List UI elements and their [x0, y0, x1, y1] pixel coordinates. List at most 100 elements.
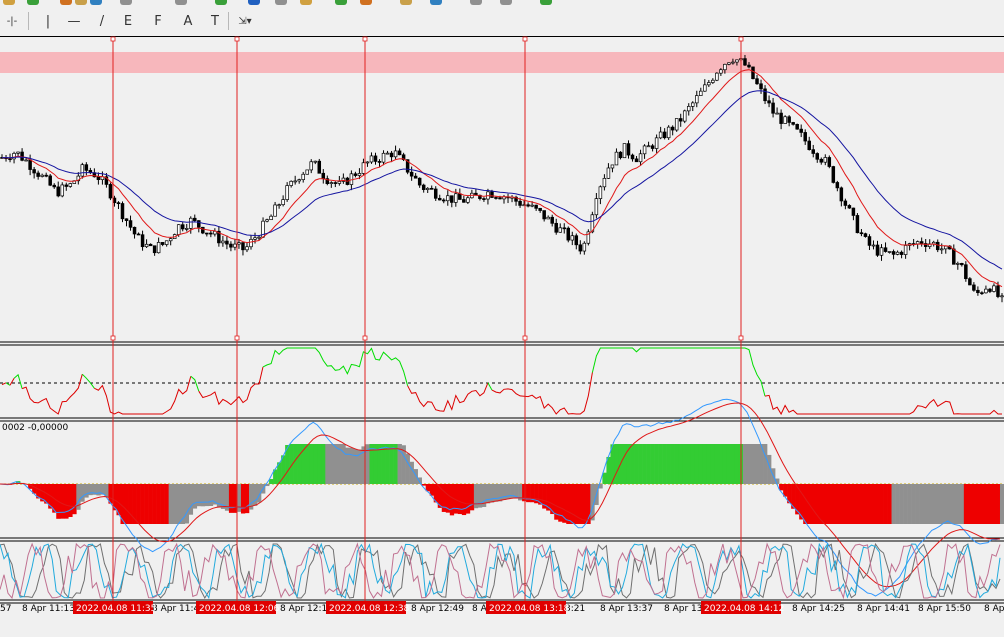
candle-body — [269, 215, 273, 221]
candle-body — [775, 112, 779, 115]
macd-histogram-bar — [228, 484, 234, 513]
resistance-zone — [0, 52, 1004, 73]
candle-body — [249, 239, 253, 248]
time-highlight-label: 2022.04.08 14:12 — [704, 604, 784, 614]
candle-body — [313, 160, 318, 163]
crosshair-tool-button[interactable]: -|- — [2, 10, 22, 32]
top-toolbar-icon[interactable] — [215, 0, 227, 5]
candle-body — [791, 122, 795, 125]
fibonacci-tool-button[interactable]: F — [148, 10, 168, 32]
macd-histogram-bar — [309, 444, 314, 484]
macd-histogram-bar — [321, 444, 326, 484]
candle-body — [293, 180, 297, 183]
candle-body — [273, 204, 277, 217]
macd-histogram-bar — [172, 484, 178, 524]
chart-window: 0002 -0,00000 57 8 Apr 11:13 8 Apr 11:4 8 A… — [0, 36, 1004, 614]
candle-body — [241, 242, 245, 251]
candle-body — [686, 106, 691, 112]
macd-histogram-bar — [678, 444, 684, 484]
label-tool-button[interactable]: T — [205, 10, 225, 32]
candle-body — [530, 204, 534, 207]
candle-body — [883, 247, 888, 252]
macd-histogram-bar — [811, 484, 816, 524]
macd-histogram-bar — [385, 444, 390, 484]
candle-body — [566, 227, 571, 241]
macd-histogram-bar — [694, 444, 700, 484]
macd-histogram-bar — [192, 484, 198, 509]
candle-body — [301, 173, 305, 180]
macd-histogram-bar — [662, 444, 667, 484]
candle-body — [450, 195, 454, 203]
macd-histogram-bar — [979, 484, 985, 524]
trendline-tool-button[interactable]: / — [92, 10, 112, 32]
candle-body — [52, 184, 56, 188]
candle-body — [727, 62, 731, 65]
candle-body — [879, 247, 884, 256]
top-toolbar-icon[interactable] — [120, 0, 132, 5]
macd-histogram-bar — [803, 484, 808, 524]
candle-body — [425, 187, 430, 190]
macd-histogram-bar — [871, 484, 876, 524]
candle-body — [369, 155, 374, 163]
candle-body — [490, 191, 494, 198]
candle-body — [498, 197, 502, 200]
macd-histogram-bar — [208, 484, 214, 507]
equidistant-tool-button[interactable]: E — [118, 10, 138, 32]
top-toolbar-icon[interactable] — [75, 0, 87, 5]
top-toolbar-icon[interactable] — [248, 0, 260, 5]
macd-histogram-bar — [835, 484, 840, 524]
candle-body — [365, 161, 370, 164]
macd-histogram-bar — [582, 484, 587, 524]
top-toolbar-icon[interactable] — [300, 0, 312, 5]
arrows-tool-button[interactable]: ⇲▾ — [232, 10, 258, 32]
top-toolbar-icon[interactable] — [470, 0, 482, 5]
candle-body — [108, 184, 113, 199]
macd-histogram-bar — [136, 484, 141, 524]
macd-histogram-bar — [253, 484, 258, 506]
candle-body — [16, 151, 20, 154]
macd-histogram-bar — [943, 484, 949, 524]
macd-histogram-bar — [883, 484, 888, 524]
candle-body — [562, 227, 566, 230]
macd-histogram-bar — [951, 484, 957, 524]
vertical-line-handle — [522, 36, 528, 42]
top-toolbar-icon[interactable] — [90, 0, 102, 5]
macd-histogram-bar — [140, 484, 145, 524]
macd-histogram-bar — [991, 484, 997, 524]
candle-body — [715, 72, 719, 81]
top-toolbar-icon[interactable] — [400, 0, 412, 5]
candle-body — [707, 82, 711, 86]
trend-line-icon: / — [99, 13, 105, 29]
candle-body — [28, 159, 32, 170]
macd-histogram-bar — [658, 444, 663, 484]
candle-body — [735, 59, 739, 63]
candle-body — [811, 149, 815, 154]
candle-body — [618, 151, 623, 159]
candle-body — [980, 292, 984, 295]
time-axis-label: 8 Apr 11:4 — [152, 604, 200, 614]
candle-body — [823, 157, 828, 163]
top-toolbar-icon[interactable] — [275, 0, 287, 5]
top-toolbar-icon[interactable] — [60, 0, 72, 5]
top-toolbar-icon[interactable] — [540, 0, 552, 5]
top-toolbar-icon[interactable] — [27, 0, 39, 5]
candle-body — [205, 232, 209, 235]
vline-tool-button[interactable]: | — [38, 10, 58, 32]
candle-body — [20, 151, 24, 161]
top-toolbar-icon[interactable] — [430, 0, 442, 5]
top-toolbar-icon[interactable] — [335, 0, 347, 5]
top-toolbar-icon[interactable] — [3, 0, 15, 5]
candle-body — [357, 173, 362, 176]
top-toolbar-icon[interactable] — [360, 0, 372, 5]
candle-body — [670, 126, 675, 131]
candle-body — [518, 200, 522, 206]
hline-tool-button[interactable]: — — [64, 10, 84, 32]
candle-body — [253, 237, 257, 240]
drawing-toolbar: -|- | — / E F A T ⇲▾ — [0, 0, 1004, 37]
vertical-line-icon: | — [45, 13, 51, 29]
top-toolbar-icon[interactable] — [175, 0, 187, 5]
top-toolbar-icon[interactable] — [500, 0, 512, 5]
macd-histogram-bar — [469, 484, 475, 511]
time-axis-label: 8 Apr 15:50 — [918, 604, 971, 614]
text-tool-button[interactable]: A — [178, 10, 198, 32]
